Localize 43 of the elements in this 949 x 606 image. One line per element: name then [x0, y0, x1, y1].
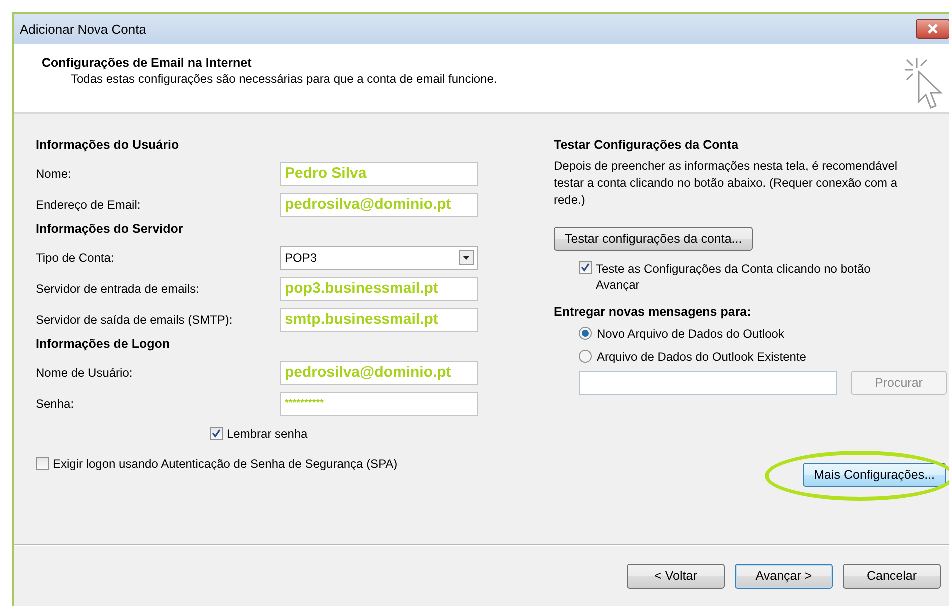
checkbox-label: Exigir logon usando Autenticação de Senha de Segurança (SPA): [53, 457, 399, 471]
input-field[interactable]: pedrosilva@dominio.pt: [280, 192, 478, 216]
checkbox[interactable]: [579, 261, 592, 274]
field-label: Servidor de entrada de emails:: [36, 282, 200, 296]
field-label: Nome de Usuário:: [36, 366, 134, 380]
description-text: Depois de preencher as informações nesta tela, é recomendável testar a conta clicando no botão abaixo. (Requer conexão com a rede.): [554, 158, 899, 209]
checkbox[interactable]: [36, 457, 49, 470]
input-field[interactable]: [579, 371, 837, 395]
field-label: Servidor de saída de emails (SMTP):: [36, 312, 234, 326]
radio-label: Arquivo de Dados do Outlook Existente: [597, 350, 806, 364]
field-label: Senha:: [36, 396, 76, 410]
checkbox[interactable]: [210, 427, 223, 440]
check-icon: [212, 429, 221, 438]
field-label: Tipo de Conta:: [36, 250, 116, 264]
section-heading: Testar Configurações da Conta: [554, 138, 740, 152]
radio-label: Novo Arquivo de Dados do Outlook: [597, 326, 784, 340]
section-heading: Informações do Usuário: [36, 138, 180, 152]
header-title: Configurações de Email na Internet: [42, 56, 253, 70]
header-subtitle: Todas estas configurações são necessárias para que a conta de email funcione.: [70, 72, 498, 86]
close-button[interactable]: [916, 19, 949, 39]
close-icon: [927, 24, 939, 34]
checkbox-label: Lembrar senha: [227, 427, 308, 441]
test-settings-button[interactable]: Testar configurações da conta...: [554, 227, 754, 251]
radio-button[interactable]: [579, 327, 592, 340]
input-field[interactable]: pop3.businessmail.pt: [280, 276, 478, 300]
checkbox-label: Teste as Configurações da Conta clicando no botão Avançar: [596, 261, 872, 293]
password-field[interactable]: **********: [280, 392, 478, 416]
section-heading: Informações do Servidor: [36, 222, 184, 236]
account-type-dropdown[interactable]: POP3: [280, 246, 478, 270]
footer-button[interactable]: < Voltar: [627, 564, 725, 588]
footer-button[interactable]: Avançar >: [735, 564, 833, 588]
section-heading: Entregar novas mensagens para:: [554, 305, 752, 319]
footer-button[interactable]: Cancelar: [843, 564, 941, 588]
window-title: Adicionar Nova Conta: [20, 22, 146, 36]
input-field[interactable]: smtp.businessmail.pt: [280, 308, 478, 332]
radio-button[interactable]: [579, 350, 592, 363]
section-heading: Informações de Logon: [36, 337, 172, 351]
check-icon: [581, 263, 590, 272]
input-field[interactable]: pedrosilva@dominio.pt: [280, 360, 478, 384]
more-settings-button[interactable]: Mais Configurações...: [803, 463, 946, 487]
input-field[interactable]: Pedro Silva: [280, 162, 478, 186]
field-label: Endereço de Email:: [36, 198, 142, 212]
field-label: Nome:: [36, 166, 72, 180]
